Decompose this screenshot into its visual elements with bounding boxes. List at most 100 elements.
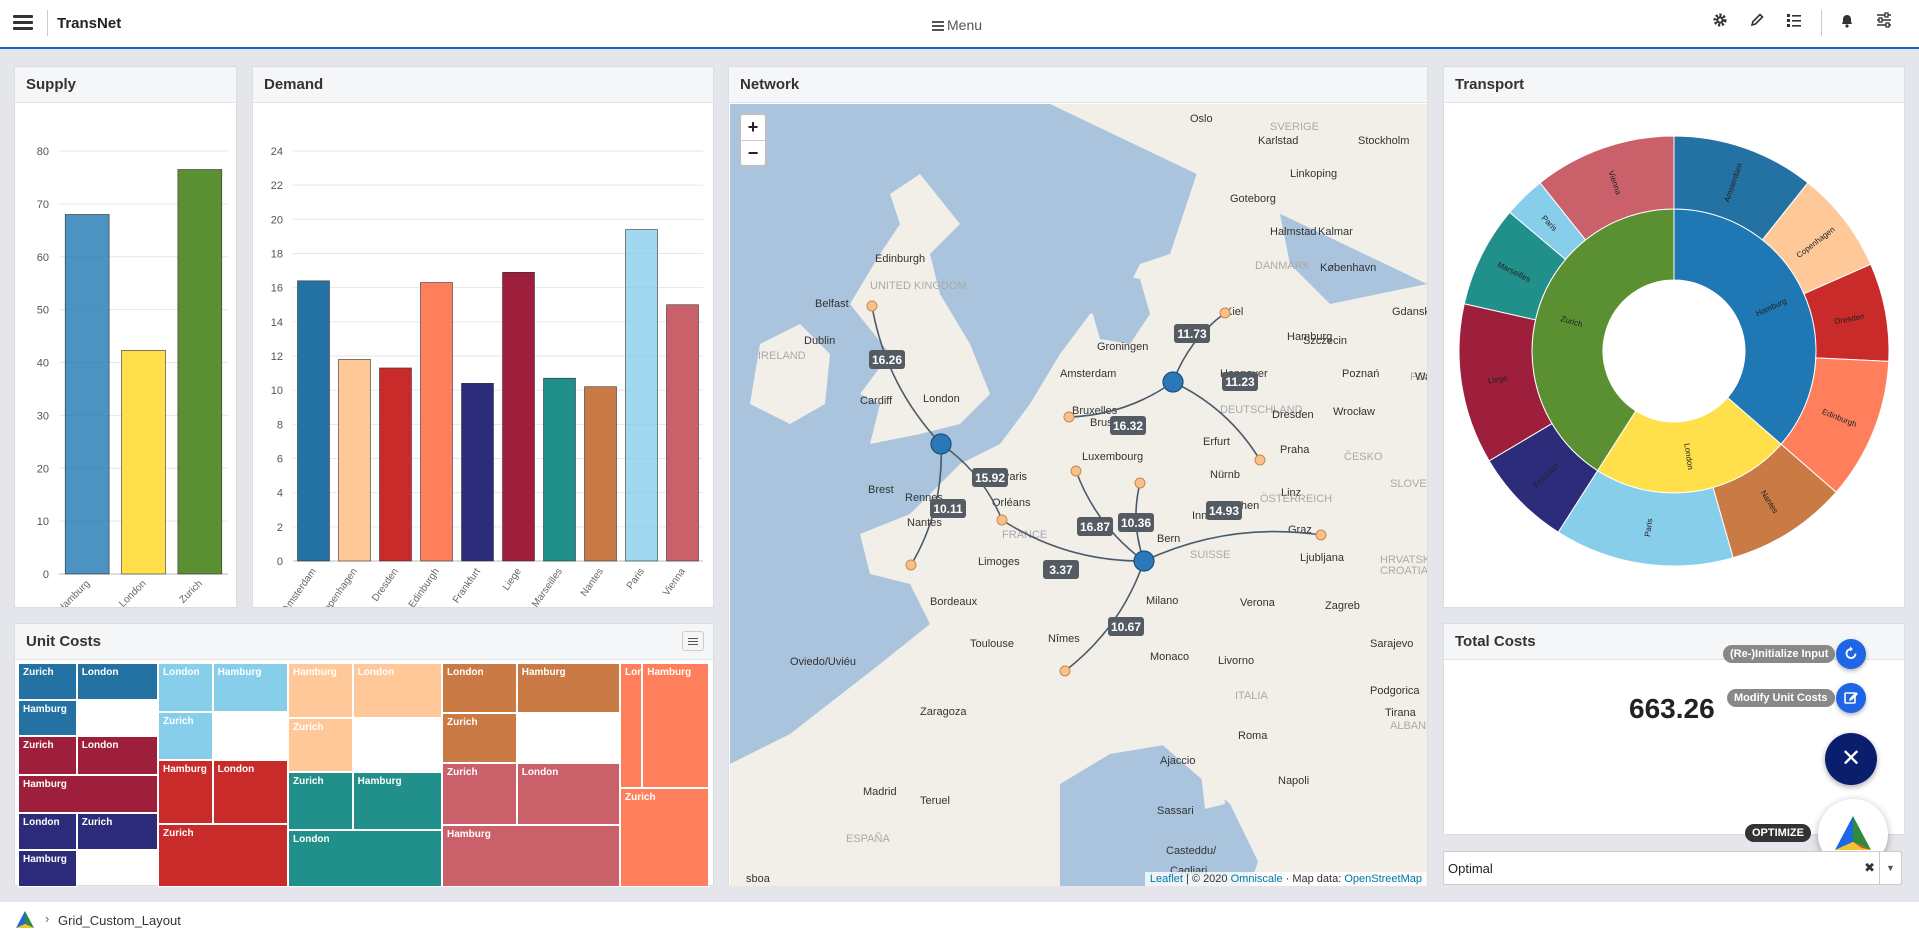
map-place-label: UNITED KINGDOM (870, 280, 967, 292)
transport-sunburst: HamburgLondonZurichAmsterdamCopenhagenDr… (1458, 135, 1890, 567)
x-tick-label: Zurich (178, 578, 205, 605)
map-place-label: Milano (1146, 595, 1178, 607)
edge-label: 11.73 (1177, 327, 1207, 341)
bar-liege (502, 271, 535, 562)
bar-nantes (584, 386, 617, 562)
map-place-label: Linkoping (1290, 168, 1337, 180)
pencil-icon[interactable] (1746, 12, 1768, 34)
edge-label: 10.36 (1121, 516, 1151, 530)
modify-unit-costs-button[interactable] (1836, 683, 1866, 713)
network-panel: Network Oslo SVERIGE Karlstad Stockholm Link… (728, 66, 1428, 886)
y-tick-label: 0 (43, 569, 49, 581)
y-tick-label: 10 (37, 516, 49, 528)
transport-panel: Transport Hamburg London Zurich Amsterdam Co… (1443, 66, 1905, 608)
map-place-label: Orléans (992, 497, 1031, 509)
edge-label: 3.37 (1049, 563, 1073, 577)
treemap-cell: Zurich (288, 717, 353, 772)
bar-amsterdam (297, 280, 330, 562)
map-place-label: Gdansk (1392, 306, 1427, 318)
x-tick-label: London (117, 578, 148, 607)
treemap-cell: Zurich (76, 813, 158, 850)
customer-node (905, 559, 917, 571)
zoom-out-button[interactable]: − (741, 140, 765, 165)
customer-node (1315, 529, 1327, 541)
y-tick-label: 40 (37, 358, 49, 370)
demand-chart: 024681012141618202224Amsterdam Copenhagen… (271, 146, 703, 607)
supply-panel: Supply 0 10 20 30 40 50 60 70 80 Hamburg London Zur… (14, 66, 237, 608)
map-place-label: Sassari (1157, 805, 1194, 817)
app-logo-icon (16, 911, 34, 928)
y-tick-label: 16 (271, 283, 283, 295)
x-tick-label: Nantes (579, 566, 606, 598)
map-place-label: IRELAND (758, 350, 806, 362)
unit-costs-panel: Unit Costs Zurich London Hamburg Zurich Lond… (14, 623, 714, 887)
map-place-label: ESPAÑA (846, 832, 890, 845)
close-actions-button[interactable]: ✕ (1825, 733, 1877, 785)
x-tick-label: Copenhagen (318, 566, 360, 607)
list-icon[interactable] (1783, 12, 1805, 34)
y-tick-label: 10 (271, 385, 283, 397)
treemap-cell: Hamburg (18, 850, 77, 887)
map-canvas[interactable]: Oslo SVERIGE Karlstad Stockholm Linkoping Got… (730, 104, 1427, 886)
total-costs-value: 663.26 (1629, 693, 1715, 724)
map-place-label: Cardiff (860, 395, 893, 407)
scenario-select[interactable]: Optimal ✖ ▼ (1443, 851, 1902, 885)
map-place-label: ITALIA (1235, 690, 1268, 702)
attribution-text: | © 2020 (1182, 873, 1231, 885)
map-place-label: Sarajevo (1370, 638, 1413, 650)
reinitialize-button[interactable] (1836, 639, 1866, 669)
map-place-label: ALBANIA (1390, 720, 1427, 732)
modify-unit-costs-label: Modify Unit Costs (1727, 689, 1835, 707)
zoom-control: + − (739, 113, 767, 167)
customer-node (1219, 307, 1231, 319)
menu-label: Menu (947, 17, 983, 33)
treemap-cell: Lond (620, 663, 643, 789)
demand-panel: Demand 0 2 4 6 8 10 12 14 16 18 20 22 24 Amsterdam Cop… (252, 66, 714, 608)
customer-node (996, 514, 1008, 526)
openstreetmap-link[interactable]: OpenStreetMap (1344, 873, 1422, 885)
map-place-label: Limoges (978, 556, 1020, 568)
plant-node (930, 433, 952, 455)
map-place-label: Zagreb (1325, 600, 1360, 612)
x-tick-label: Liege (501, 566, 524, 593)
clear-icon[interactable]: ✖ (1864, 860, 1875, 876)
chevron-down-icon[interactable]: ▼ (1879, 852, 1901, 884)
breadcrumb[interactable]: Grid_Custom_Layout (58, 913, 181, 928)
y-tick-label: 8 (277, 419, 283, 431)
customer-node (1059, 665, 1071, 677)
sliders-icon[interactable] (1873, 12, 1895, 34)
divider (47, 10, 48, 36)
map-place-label: Oslo (1190, 113, 1213, 125)
network-map[interactable]: Oslo SVERIGE Karlstad Stockholm Linkoping Got… (730, 104, 1427, 886)
bar-edinburgh (420, 282, 453, 562)
bell-icon[interactable] (1836, 12, 1858, 34)
gear-icon[interactable] (1709, 12, 1731, 34)
panel-menu-button[interactable] (682, 631, 704, 651)
treemap-cell: Hamburg (158, 760, 213, 824)
treemap-cell: Hamburg (212, 663, 288, 712)
refresh-icon (1845, 646, 1857, 659)
top-bar: TransNet Menu (0, 0, 1919, 49)
x-tick-label: Dresden (370, 566, 401, 603)
zoom-in-button[interactable]: + (741, 115, 765, 140)
bar-marseilles (543, 377, 576, 562)
leaflet-link[interactable]: Leaflet (1150, 873, 1183, 885)
map-place-label: Roma (1238, 730, 1268, 742)
app-title: TransNet (57, 15, 122, 32)
map-place-label: Zaragoza (920, 706, 967, 718)
y-tick-label: 2 (277, 522, 283, 534)
menu-button[interactable]: Menu (932, 17, 982, 33)
map-place-label: Ajaccio (1160, 755, 1195, 767)
map-place-label: Belfast (815, 298, 849, 310)
map-place-label: Luxembourg (1082, 451, 1143, 463)
hamburger-menu-icon[interactable] (13, 15, 33, 31)
treemap-cell: Hamburg (288, 663, 353, 718)
map-place-label: Brest (868, 484, 894, 496)
omniscale-link[interactable]: Omniscale (1231, 873, 1283, 885)
map-place-label: Dresden (1272, 409, 1314, 421)
map-place-label: Graz (1288, 524, 1312, 536)
bar-dresden (379, 367, 412, 562)
treemap-cell: Zurich (288, 772, 353, 830)
map-place-label: Nürnb (1210, 469, 1240, 481)
map-place-label: Bordeaux (930, 596, 978, 608)
